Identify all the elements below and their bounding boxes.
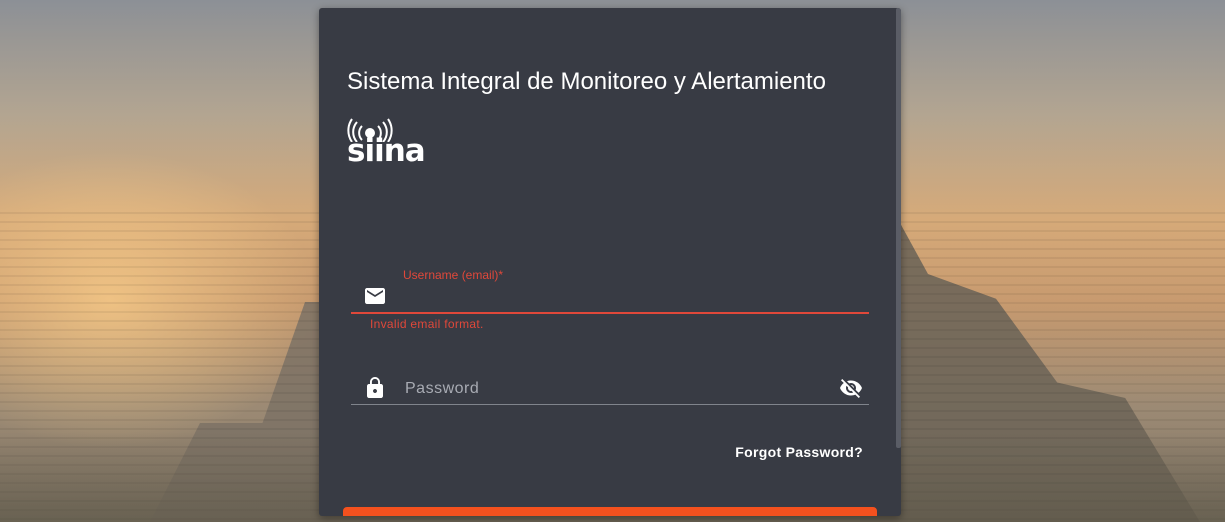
email-input[interactable] (403, 286, 829, 312)
app-title: Sistema Integral de Monitoreo y Alertami… (347, 68, 826, 95)
lock-icon (367, 377, 383, 398)
mail-icon (365, 288, 385, 304)
email-error-message: Invalid email format. (370, 317, 484, 331)
forgot-password-link[interactable]: Forgot Password? (735, 444, 863, 460)
login-button[interactable] (343, 507, 877, 516)
email-field[interactable]: Username (email)* (351, 266, 869, 314)
password-field[interactable] (351, 368, 869, 405)
card-scrollbar[interactable] (896, 8, 901, 448)
email-label: Username (email)* (403, 268, 504, 282)
login-card: Sistema Integral de Monitoreo y Alertami… (319, 8, 901, 516)
logo-wordmark: siina (347, 133, 426, 169)
siina-logo: siina (347, 118, 426, 168)
password-input[interactable] (403, 376, 829, 402)
eye-off-icon[interactable] (839, 376, 863, 400)
